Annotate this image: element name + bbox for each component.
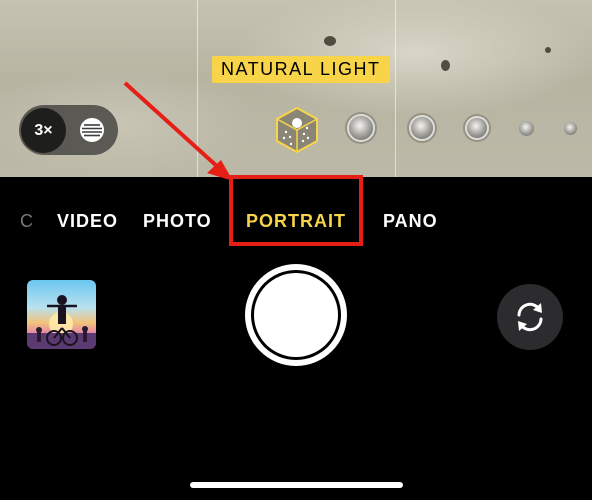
shutter-button[interactable] [245,264,347,366]
zoom-control: 3× [19,105,118,155]
stage-light-mono-option[interactable] [519,121,534,136]
mode-cinematic-partial[interactable]: C [20,209,34,233]
sky-speck [324,36,336,46]
studio-light-option[interactable] [349,116,373,140]
shutter-inner-circle [251,270,341,360]
high-key-light-option[interactable] [564,122,577,135]
last-photo-thumbnail[interactable] [27,280,96,349]
zoom-3x-button[interactable]: 3× [21,108,66,153]
contour-light-option[interactable] [411,117,433,139]
cyclist-photo-image [27,295,96,349]
sky-speck [545,47,551,53]
home-indicator[interactable] [190,482,403,488]
lighting-effect-label: NATURAL LIGHT [212,56,390,83]
grid-line [395,0,396,177]
mode-pano[interactable]: PANO [383,209,438,233]
annotation-highlight-box [229,175,363,246]
mode-video[interactable]: VIDEO [57,209,118,233]
camera-flip-button[interactable] [497,284,563,350]
natural-light-cube-icon[interactable] [273,106,321,154]
camera-viewfinder[interactable]: NATURAL LIGHT 3× [0,0,592,177]
camera-flip-icon [517,302,543,332]
sky-speck [441,60,450,71]
mode-photo[interactable]: PHOTO [143,209,212,233]
aperture-depth-icon[interactable] [77,115,107,145]
grid-line [197,0,198,177]
stage-light-option[interactable] [467,118,487,138]
